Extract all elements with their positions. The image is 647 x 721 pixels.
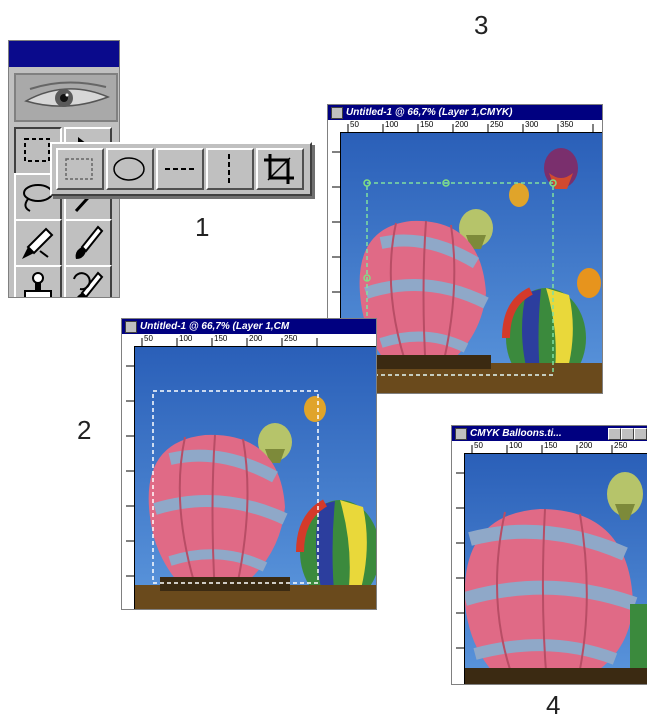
ruler-label: 250 (284, 334, 298, 343)
ruler-label: 50 (474, 441, 483, 450)
image-canvas[interactable] (135, 347, 376, 609)
crop-tool-option[interactable] (256, 148, 304, 190)
step-number-1: 1 (195, 212, 210, 242)
window-title: Untitled-1 @ 66,7% (Layer 1,CM (140, 321, 290, 332)
single-row-icon (165, 168, 194, 170)
airbrush-tool-button[interactable] (14, 219, 62, 267)
vertical-ruler (122, 346, 135, 609)
rectangular-marquee-option[interactable] (56, 148, 104, 190)
paintbrush-tool-button[interactable] (64, 219, 112, 267)
single-column-marquee-option[interactable] (206, 148, 254, 190)
window-title-bar[interactable]: CMYK Balloons.ti... (452, 426, 647, 441)
ruler-label: 200 (579, 441, 593, 450)
ruler-label: 250 (614, 441, 628, 450)
ruler-label: 50 (350, 120, 359, 129)
paintbrush-icon (75, 225, 104, 259)
eye-logo-icon[interactable] (14, 73, 118, 122)
close-button[interactable] (634, 428, 647, 440)
ruler-label: 200 (455, 120, 469, 129)
window-title-bar[interactable]: Untitled-1 @ 66,7% (Layer 1,CMYK) (328, 105, 602, 120)
history-brush-tool-button[interactable] (64, 265, 112, 297)
step-number-3: 3 (474, 10, 489, 40)
balloons-photo (341, 133, 602, 393)
ruler-label: 350 (560, 120, 574, 129)
document-window-step-2[interactable]: Untitled-1 @ 66,7% (Layer 1,CM 50 100 15… (121, 318, 377, 610)
horizontal-ruler: 50 100 150 200 250 (122, 334, 376, 347)
ruler-label: 150 (214, 334, 228, 343)
step-number-4: 4 (546, 690, 561, 720)
toolbox-title-bar[interactable] (9, 41, 119, 67)
window-title: Untitled-1 @ 66,7% (Layer 1,CMYK) (346, 107, 513, 118)
elliptical-marquee-option[interactable] (106, 148, 154, 190)
airbrush-icon (22, 227, 54, 259)
rect-marquee-icon (65, 158, 93, 180)
rubber-stamp-icon (24, 272, 52, 297)
balloons-photo (135, 347, 376, 609)
ruler-label: 100 (179, 334, 193, 343)
ruler-label: 300 (525, 120, 539, 129)
ruler-label: 200 (249, 334, 263, 343)
ruler-label: 150 (420, 120, 434, 129)
horizontal-ruler: 50 100 150 200 250 300 350 (328, 120, 602, 133)
image-canvas[interactable] (341, 133, 602, 393)
ruler-label: 100 (509, 441, 523, 450)
single-column-icon (228, 154, 230, 184)
marquee-flyout-menu (50, 142, 312, 196)
ruler-label: 150 (544, 441, 558, 450)
crop-icon (264, 154, 294, 184)
image-canvas[interactable] (465, 454, 647, 684)
document-window-step-4[interactable]: CMYK Balloons.ti... 50 100 150 200 250 (451, 425, 647, 685)
window-title-bar[interactable]: Untitled-1 @ 66,7% (Layer 1,CM (122, 319, 376, 334)
step-number-2: 2 (77, 415, 92, 445)
vertical-ruler (452, 453, 465, 684)
balloons-photo-cropped (465, 454, 647, 684)
ruler-label: 50 (144, 334, 153, 343)
ellipse-marquee-icon (113, 157, 145, 181)
single-row-marquee-option[interactable] (156, 148, 204, 190)
ruler-label: 250 (490, 120, 504, 129)
document-icon (331, 107, 343, 119)
window-title: CMYK Balloons.ti... (470, 428, 562, 439)
minimize-button[interactable] (608, 428, 621, 440)
document-icon (125, 321, 137, 333)
rubber-stamp-tool-button[interactable] (14, 265, 62, 297)
horizontal-ruler: 50 100 150 200 250 (452, 441, 647, 454)
ruler-label: 100 (385, 120, 399, 129)
maximize-button[interactable] (621, 428, 634, 440)
document-icon (455, 428, 467, 440)
history-brush-icon (73, 271, 104, 297)
